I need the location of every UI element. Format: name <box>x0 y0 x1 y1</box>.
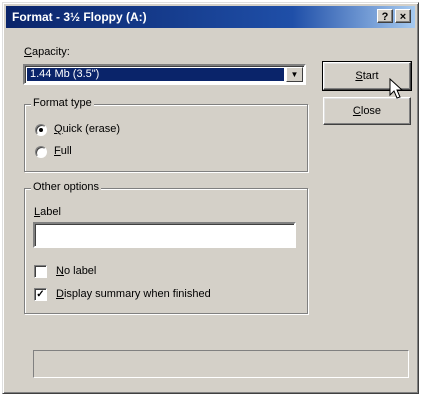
format-type-group: Format type <box>24 97 308 172</box>
title-bar[interactable]: Format - 3½ Floppy (A:) ? × <box>6 6 415 28</box>
label-field-caption: Label <box>34 206 61 218</box>
window-title: Format - 3½ Floppy (A:) <box>12 10 147 24</box>
help-button[interactable]: ? <box>377 9 393 23</box>
dropdown-arrow-icon[interactable]: ▼ <box>286 67 303 82</box>
quick-erase-radio[interactable] <box>35 124 47 136</box>
quick-erase-label[interactable]: Quick (erase) <box>54 123 120 135</box>
other-options-legend: Other options <box>31 181 102 193</box>
display-summary-checkbox[interactable]: ✓ <box>34 288 47 301</box>
volume-label-input[interactable] <box>33 222 296 248</box>
capacity-label: Capacity: <box>24 46 70 58</box>
full-format-radio[interactable] <box>35 146 47 158</box>
radio-selected-dot-icon <box>39 128 43 132</box>
checkmark-icon: ✓ <box>36 289 45 300</box>
close-button[interactable]: Close <box>323 97 411 125</box>
progress-bar <box>33 350 409 378</box>
capacity-dropdown[interactable]: 1.44 Mb (3.5") ▼ <box>23 64 306 85</box>
display-summary-label[interactable]: Display summary when finished <box>56 288 211 300</box>
close-window-button[interactable]: × <box>395 9 411 23</box>
format-type-legend: Format type <box>31 97 94 109</box>
no-label-checkbox[interactable] <box>34 265 47 278</box>
full-format-label[interactable]: Full <box>54 145 72 157</box>
capacity-selected-value: 1.44 Mb (3.5") <box>27 68 284 81</box>
no-label-label[interactable]: No label <box>56 265 96 277</box>
mouse-pointer-icon <box>389 78 404 99</box>
